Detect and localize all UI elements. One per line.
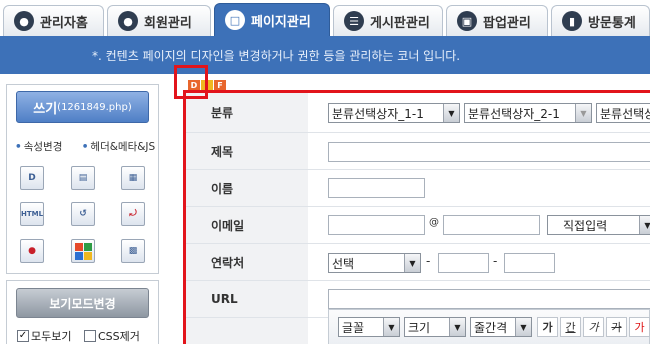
doc-icon[interactable]: D <box>20 166 44 190</box>
checkbox-unchecked-icon[interactable] <box>84 330 96 342</box>
viewmode-panel: 보기모드변경 ✓ 모두보기 CSS제거 <box>6 280 159 344</box>
page-icon: □ <box>225 10 245 30</box>
tab-label: 방문통계 <box>588 15 636 31</box>
tab-admin-home[interactable]: ● 관리자홈 <box>3 5 104 36</box>
tab-board-management[interactable]: ☰ 게시판관리 <box>333 5 443 36</box>
tab-label: 게시판관리 <box>370 15 430 31</box>
tab-member-management[interactable]: ● 회원관리 <box>107 5 211 36</box>
header-meta-js-link[interactable]: • 헤더&메타&JS <box>82 141 164 153</box>
remove-css-label: CSS제거 <box>98 330 140 343</box>
tab-page-management[interactable]: □ 페이지관리 <box>214 3 330 36</box>
write-button[interactable]: 쓰기 (1261849.php) <box>16 91 149 123</box>
tab-visit-stats[interactable]: ▮ 방문통계 <box>551 5 650 36</box>
write-button-file: (1261849.php) <box>57 101 132 113</box>
viewmode-button[interactable]: 보기모드변경 <box>16 288 149 318</box>
tab-label: 페이지관리 <box>251 14 311 30</box>
main-content: D F 분류 분류선택상자_1-1 ▼ 분류선택상자_2-1 ▼ 분류선택상자_… <box>166 65 650 344</box>
show-all-checkbox[interactable]: ✓ 모두보기 <box>17 328 71 344</box>
clipboard-icon[interactable]: ▩ <box>121 239 145 263</box>
color-grid-icon[interactable] <box>71 239 95 263</box>
notice-bar: *. 컨텐츠 페이지의 디자인을 변경하거나 권한 등을 관리하는 코너 입니다… <box>0 36 650 74</box>
import-icon[interactable]: ↺ <box>71 202 95 226</box>
tab-label: 관리자홈 <box>40 15 88 31</box>
write-panel: 쓰기 (1261849.php) • 속성변경 • 헤더&메타&JS D ▤ ▦ H… <box>6 84 159 274</box>
write-links: • 속성변경 • 헤더&메타&JS <box>15 139 171 154</box>
top-tab-bar: ● 관리자홈 ● 회원관리 □ 페이지관리 ☰ 게시판관리 ▣ 팝업관리 ▮ 방… <box>0 0 650 36</box>
layout-icon[interactable]: ▤ <box>71 166 95 190</box>
write-button-label: 쓰기 <box>33 101 58 117</box>
popup-icon: ▣ <box>457 11 477 31</box>
highlight-box-large <box>183 90 650 344</box>
html-icon[interactable]: HTML <box>20 202 44 226</box>
user-icon: ● <box>14 11 34 31</box>
table-icon[interactable]: ▦ <box>121 166 145 190</box>
undo-icon[interactable]: ⤾ <box>121 202 145 226</box>
attribute-change-link[interactable]: • 속성변경 <box>15 141 70 153</box>
delete-doc-icon[interactable]: ● <box>20 239 44 263</box>
notice-text: *. 컨텐츠 페이지의 디자인을 변경하거나 권한 등을 관리하는 코너 입니다… <box>92 48 461 63</box>
board-icon: ☰ <box>344 11 364 31</box>
show-all-label: 모두보기 <box>31 330 72 343</box>
members-icon: ● <box>118 11 138 31</box>
remove-css-checkbox[interactable]: CSS제거 <box>84 328 140 344</box>
checkbox-checked-icon[interactable]: ✓ <box>17 330 29 342</box>
stats-icon: ▮ <box>562 11 582 31</box>
tab-label: 팝업관리 <box>483 15 531 31</box>
sidebar: 쓰기 (1261849.php) • 속성변경 • 헤더&메타&JS D ▤ ▦ H… <box>0 74 166 344</box>
tab-label: 회원관리 <box>144 15 192 31</box>
tab-popup-management[interactable]: ▣ 팝업관리 <box>446 5 548 36</box>
